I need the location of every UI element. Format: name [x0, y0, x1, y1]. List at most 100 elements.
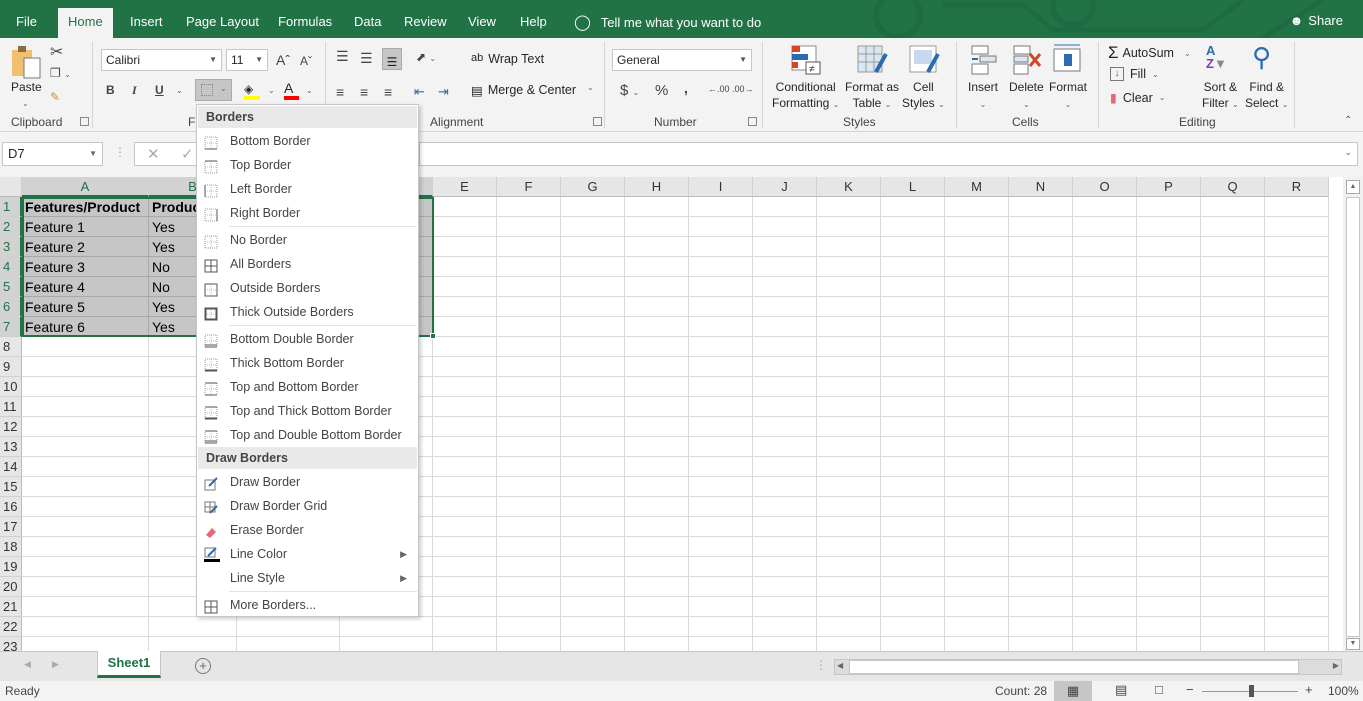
cell-o13[interactable]	[1073, 437, 1137, 457]
expand-formula-icon[interactable]: ⌄	[1344, 147, 1352, 158]
cell-p1[interactable]	[1137, 197, 1201, 217]
cell-i8[interactable]	[689, 337, 753, 357]
cell-f20[interactable]	[497, 577, 561, 597]
cell-k13[interactable]	[817, 437, 881, 457]
cell-a3[interactable]: Feature 2	[22, 237, 149, 257]
cell-l14[interactable]	[881, 457, 945, 477]
horizontal-scrollbar[interactable]: ◀ ▶	[834, 659, 1342, 675]
cell-r2[interactable]	[1265, 217, 1329, 237]
cell-e17[interactable]	[433, 517, 497, 537]
cell-e8[interactable]	[433, 337, 497, 357]
cell-q22[interactable]	[1201, 617, 1265, 637]
cell-a16[interactable]	[22, 497, 149, 517]
cell-n7[interactable]	[1009, 317, 1073, 337]
menu-item-left-border[interactable]: Left Border	[198, 177, 417, 201]
scroll-down-icon[interactable]: ▼	[1346, 638, 1360, 650]
cell-l17[interactable]	[881, 517, 945, 537]
cell-n9[interactable]	[1009, 357, 1073, 377]
tab-insert[interactable]: Insert	[120, 8, 173, 38]
cell-i6[interactable]	[689, 297, 753, 317]
cell-f22[interactable]	[497, 617, 561, 637]
cell-p8[interactable]	[1137, 337, 1201, 357]
cell-l2[interactable]	[881, 217, 945, 237]
cell-e4[interactable]	[433, 257, 497, 277]
cell-l1[interactable]	[881, 197, 945, 217]
cell-m12[interactable]	[945, 417, 1009, 437]
sort-filter-label[interactable]: Sort & Filter ⌄	[1202, 79, 1239, 113]
cell-o23[interactable]	[1073, 637, 1137, 651]
cell-r22[interactable]	[1265, 617, 1329, 637]
cell-o16[interactable]	[1073, 497, 1137, 517]
menu-item-line-style[interactable]: Line Style ▶	[198, 566, 417, 590]
italic-button[interactable]: I	[132, 83, 137, 98]
cell-e16[interactable]	[433, 497, 497, 517]
cell-f14[interactable]	[497, 457, 561, 477]
column-header-k[interactable]: K	[817, 177, 881, 197]
cell-o22[interactable]	[1073, 617, 1137, 637]
cell-r21[interactable]	[1265, 597, 1329, 617]
cell-m17[interactable]	[945, 517, 1009, 537]
normal-view-button[interactable]: ▦	[1054, 681, 1092, 701]
column-header-h[interactable]: H	[625, 177, 689, 197]
cell-k19[interactable]	[817, 557, 881, 577]
cell-p17[interactable]	[1137, 517, 1201, 537]
cell-r20[interactable]	[1265, 577, 1329, 597]
cell-m19[interactable]	[945, 557, 1009, 577]
cell-o15[interactable]	[1073, 477, 1137, 497]
cell-j8[interactable]	[753, 337, 817, 357]
scroll-up-icon[interactable]: ▲	[1346, 180, 1360, 194]
cell-a4[interactable]: Feature 3	[22, 257, 149, 277]
cell-h21[interactable]	[625, 597, 689, 617]
add-sheet-icon[interactable]: +	[195, 658, 211, 674]
cell-g9[interactable]	[561, 357, 625, 377]
cell-m8[interactable]	[945, 337, 1009, 357]
cell-m4[interactable]	[945, 257, 1009, 277]
cell-k1[interactable]	[817, 197, 881, 217]
cell-f5[interactable]	[497, 277, 561, 297]
cell-h1[interactable]	[625, 197, 689, 217]
row-header-19[interactable]: 19	[0, 557, 22, 577]
cell-a19[interactable]	[22, 557, 149, 577]
cell-o3[interactable]	[1073, 237, 1137, 257]
cell-r4[interactable]	[1265, 257, 1329, 277]
cell-j18[interactable]	[753, 537, 817, 557]
cell-j20[interactable]	[753, 577, 817, 597]
cut-icon[interactable]: ✂	[50, 42, 63, 62]
cell-l10[interactable]	[881, 377, 945, 397]
cell-e5[interactable]	[433, 277, 497, 297]
cell-k8[interactable]	[817, 337, 881, 357]
cell-j21[interactable]	[753, 597, 817, 617]
cell-k20[interactable]	[817, 577, 881, 597]
cell-l9[interactable]	[881, 357, 945, 377]
cell-a14[interactable]	[22, 457, 149, 477]
vertical-scroll-thumb[interactable]	[1346, 197, 1360, 637]
cell-k21[interactable]	[817, 597, 881, 617]
cell-f19[interactable]	[497, 557, 561, 577]
cell-e13[interactable]	[433, 437, 497, 457]
cell-r16[interactable]	[1265, 497, 1329, 517]
cell-i19[interactable]	[689, 557, 753, 577]
menu-item-more-borders[interactable]: More Borders...	[198, 593, 417, 617]
cell-g21[interactable]	[561, 597, 625, 617]
cell-a7[interactable]: Feature 6	[22, 317, 149, 337]
share-button[interactable]: ☻ Share	[1290, 13, 1343, 28]
cell-a2[interactable]: Feature 1	[22, 217, 149, 237]
tab-formulas[interactable]: Formulas	[268, 8, 342, 38]
cell-h19[interactable]	[625, 557, 689, 577]
cell-a23[interactable]	[22, 637, 149, 651]
cell-r6[interactable]	[1265, 297, 1329, 317]
cell-n8[interactable]	[1009, 337, 1073, 357]
currency-button[interactable]: $ ⌄	[620, 82, 639, 99]
cell-n3[interactable]	[1009, 237, 1073, 257]
cell-q8[interactable]	[1201, 337, 1265, 357]
underline-dropdown[interactable]: ⌄	[176, 86, 183, 95]
cell-k4[interactable]	[817, 257, 881, 277]
cell-e12[interactable]	[433, 417, 497, 437]
cell-k14[interactable]	[817, 457, 881, 477]
cell-f13[interactable]	[497, 437, 561, 457]
cell-e7[interactable]	[433, 317, 497, 337]
cell-q6[interactable]	[1201, 297, 1265, 317]
column-header-j[interactable]: J	[753, 177, 817, 197]
tab-review[interactable]: Review	[394, 8, 457, 38]
copy-icon[interactable]: ❐ ⌄	[50, 66, 71, 80]
